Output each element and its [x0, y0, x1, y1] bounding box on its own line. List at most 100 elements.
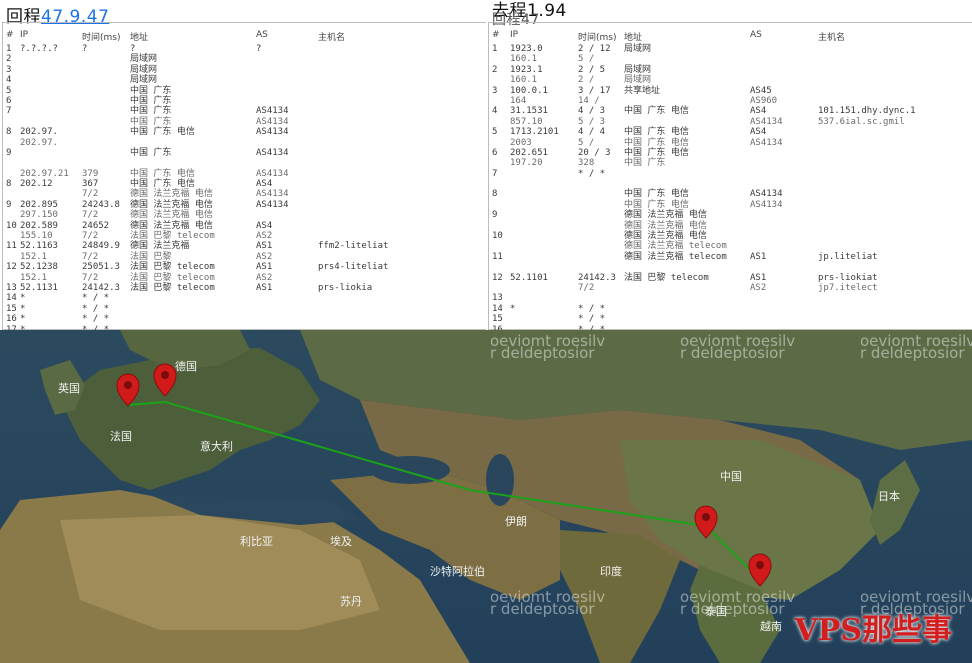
- table-row: 11 德国 法兰克福 telecom AS1 jp.liteliat: [492, 252, 972, 262]
- hop-number: 7: [6, 106, 12, 117]
- watermark-text: r deldeptosior: [490, 600, 595, 618]
- hop-number: 1: [6, 44, 12, 54]
- table-row: 155.10 7/2 法国 巴黎 telecom AS2: [6, 231, 486, 241]
- country-label: 越南: [760, 619, 782, 633]
- map-pin-dot: [702, 513, 710, 521]
- hop-location: 局域网: [130, 75, 158, 86]
- hop-ip: 155.10: [20, 231, 53, 242]
- hop-location: 德国 法兰克福 电信: [130, 210, 213, 221]
- hop-location: 法国 巴黎: [130, 251, 172, 262]
- hop-ip: 857.10: [510, 116, 543, 127]
- hop-location: 中国 广东 电信: [624, 199, 689, 210]
- country-label: 英国: [58, 381, 80, 395]
- country-label: 德国: [175, 359, 197, 373]
- hop-latency: * / *: [82, 303, 110, 314]
- hop-latency: 20 / 3: [578, 147, 611, 158]
- hop-number: 3: [6, 64, 12, 75]
- table-row: 197.20 328 中国 广东: [492, 158, 972, 168]
- hop-number: 9: [492, 210, 498, 221]
- outbound-route-table-header: # IP 时间(ms) 地址 AS 主机名: [492, 30, 972, 44]
- hop-ip: 152.1: [20, 251, 48, 262]
- hop-location: 局域网: [624, 75, 652, 86]
- table-row: 2 1923.1 2 / 5 局域网: [492, 65, 972, 75]
- hop-ip: 164: [510, 95, 527, 106]
- table-row: 160.1 2 / 局域网: [492, 75, 972, 85]
- table-row: 12 52.1101 24142.3 法国 巴黎 telecom AS1 prs-liok…: [492, 273, 972, 283]
- hop-hostname: prs-liokia: [318, 282, 373, 293]
- hop-ip: 202.589: [20, 220, 58, 231]
- caspian-sea: [486, 454, 514, 506]
- col-ip: IP: [510, 30, 519, 40]
- hop-hostname: 537.6ial.sc.gmil: [818, 116, 905, 127]
- table-row: 德国 法兰克福 telecom: [492, 241, 972, 251]
- col-hostname: 主机名: [818, 33, 846, 43]
- return-route-table-body: 1?.?.?.???? 2 局域网 3 局域网 4 局域网 5 中国 广东 6 中国 广东 7 中国 广…: [6, 44, 486, 330]
- hop-number: 5: [492, 127, 498, 138]
- hop-ip: 202.651: [510, 147, 548, 158]
- hop-latency: 7/2: [82, 231, 99, 242]
- hop-ip: 197.20: [510, 158, 543, 169]
- table-row: [492, 179, 972, 189]
- table-row: 7 * / *: [492, 169, 972, 179]
- hop-location: 中国 广东 电信: [624, 106, 689, 117]
- hop-ip: 52.1101: [510, 272, 548, 283]
- hop-location: 德国 法兰克福: [130, 241, 190, 252]
- hop-as: AS1: [256, 241, 273, 252]
- hop-latency: 2 /: [578, 75, 595, 86]
- table-row: 4 31.1531 4 / 3 中国 广东 电信 AS4 101.151.dhy.dync…: [492, 106, 972, 116]
- table-row: 3 100.0.1 3 / 17 共享地址 AS45: [492, 86, 972, 96]
- watermark-text: r deldeptosior: [860, 344, 965, 362]
- hop-latency: 24142.3: [82, 282, 120, 293]
- table-row: 德国 法兰克福 电信: [492, 221, 972, 231]
- country-label: 苏丹: [340, 595, 362, 608]
- hop-location: 法国 巴黎 telecom: [130, 282, 215, 293]
- hop-latency: 2 / 5: [578, 64, 606, 75]
- hop-number: 1: [492, 44, 498, 54]
- hop-latency: 4 / 4: [578, 127, 606, 138]
- hop-number: 10: [6, 220, 17, 231]
- hop-number: 14: [492, 303, 503, 314]
- table-row: 6 中国 广东: [6, 96, 486, 106]
- hop-ip: 1923.1: [510, 64, 543, 75]
- hop-as: AS4134: [256, 189, 289, 200]
- hop-number: 13: [492, 293, 503, 304]
- col-ip: IP: [20, 30, 29, 40]
- hop-ip: 202.97.21: [20, 168, 69, 179]
- table-row: 13: [492, 293, 972, 303]
- hop-hostname: jp7.itelect: [818, 282, 878, 293]
- hop-number: 15: [6, 303, 17, 314]
- country-label: 印度: [600, 564, 622, 578]
- col-hostname: 主机名: [318, 33, 346, 43]
- hop-latency: 25051.3: [82, 262, 120, 273]
- hop-number: 6: [492, 147, 498, 158]
- country-label: 意大利: [200, 439, 233, 453]
- hop-number: 4: [492, 106, 498, 117]
- table-row: 6 202.651 20 / 3 中国 广东 电信: [492, 148, 972, 158]
- map-pin-dot: [756, 561, 764, 569]
- hop-location: 德国 法兰克福 电信: [130, 220, 213, 231]
- hop-number: 12: [492, 272, 503, 283]
- hop-number: 11: [492, 251, 503, 262]
- hop-latency: ?: [82, 44, 88, 54]
- route-world-map[interactable]: oeviomt roesilv r deldeptosior oeviomt r…: [0, 330, 972, 663]
- hop-location: 法国 巴黎 telecom: [130, 272, 215, 283]
- hop-ip: 52.1131: [20, 282, 58, 293]
- hop-as: AS4134: [256, 127, 289, 138]
- hop-location: 中国 广东: [130, 106, 172, 117]
- hop-ip: 2003: [510, 137, 532, 148]
- table-row: 中国 广东 AS4134: [6, 117, 486, 127]
- hop-as: AS4: [256, 220, 273, 231]
- hop-as: AS1: [750, 251, 767, 262]
- hop-latency: 24849.9: [82, 241, 120, 252]
- table-row: 9 德国 法兰克福 电信: [492, 210, 972, 220]
- col-hop: #: [492, 30, 500, 40]
- hop-number: 3: [492, 85, 498, 96]
- table-row: 8 202.12 367 中国 广东 电信 AS4: [6, 179, 486, 189]
- table-row: 297.150 7/2 德国 法兰克福 电信: [6, 210, 486, 220]
- hop-latency: 7/2: [82, 251, 99, 262]
- hop-as: AS960: [750, 95, 778, 106]
- return-route-table-header: # IP 时间(ms) 地址 AS 主机名: [6, 30, 486, 44]
- hop-location: 中国 广东: [130, 147, 172, 158]
- hop-latency: 367: [82, 179, 99, 190]
- hop-ip: 1713.2101: [510, 127, 559, 138]
